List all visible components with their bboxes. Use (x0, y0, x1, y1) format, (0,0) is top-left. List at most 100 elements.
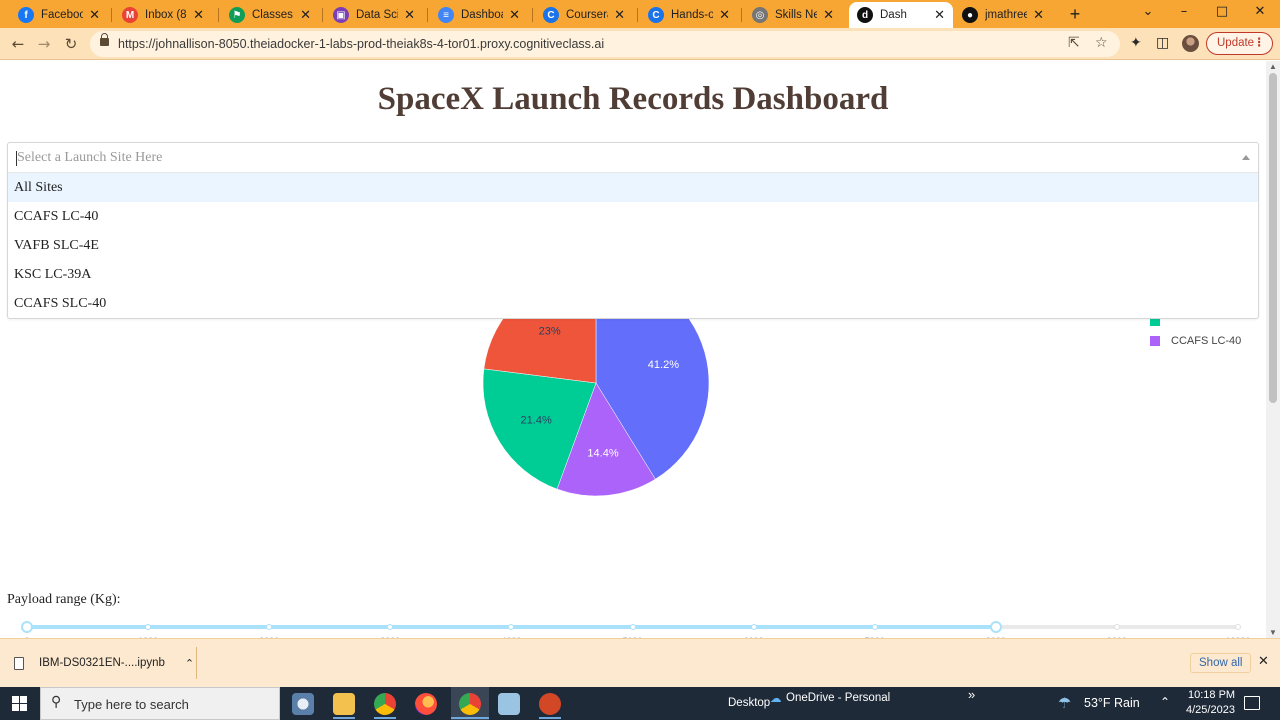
address-bar[interactable]: https://johnallison-8050.theiadocker-1-l… (90, 31, 1120, 57)
globe-icon: ◎ (752, 7, 768, 23)
browser-tab[interactable]: ≡ Dashboard ✕ (430, 2, 528, 28)
tab-close-icon[interactable]: ✕ (719, 8, 730, 23)
tab-strip: f Facebook ✕ M Inbox (8,67 ✕ ⚑ Classes ✕ ▣ Data Sc… (0, 0, 1280, 28)
slider-handle[interactable] (989, 621, 1002, 633)
profile-avatar[interactable] (1182, 35, 1199, 52)
browser-tab[interactable]: ⚑ Classes ✕ (221, 2, 319, 28)
dropdown-option[interactable]: CCAFS SLC-40 (8, 289, 1258, 318)
clock-date[interactable]: 4/25/2023 (1186, 704, 1235, 716)
tab-close-icon[interactable]: ✕ (823, 8, 834, 23)
tray-chevron-up-icon[interactable]: ⌃ (1160, 695, 1170, 709)
update-button-label: Update (1217, 37, 1255, 49)
clock-time[interactable]: 10:18 PM (1188, 689, 1235, 701)
slider-tick-dot[interactable] (387, 624, 394, 630)
tab-close-icon[interactable]: ✕ (300, 8, 311, 23)
browser-tab-title: Hands-on L (671, 9, 714, 21)
rain-cloud-icon: ☂ (1058, 695, 1072, 712)
browser-tab[interactable]: f Facebook ✕ (10, 2, 108, 28)
notification-icon[interactable] (1244, 696, 1260, 710)
windows-start-icon[interactable] (12, 696, 27, 711)
share-icon[interactable]: ⇱ (1068, 35, 1080, 51)
legend-swatch (1150, 336, 1160, 346)
scroll-thumb[interactable] (1269, 73, 1277, 403)
slider-tick-dot[interactable] (1235, 624, 1241, 630)
chrome-active-icon[interactable] (459, 693, 481, 715)
scroll-up-arrow-icon[interactable]: ▲ (1269, 62, 1277, 71)
browser-tab-title: Dash (880, 9, 907, 21)
tab-separator (218, 8, 219, 22)
desktop-toolbar-label[interactable]: Desktop (728, 697, 770, 709)
browser-tab[interactable]: C Hands-on L ✕ (640, 2, 738, 28)
task-underline (451, 717, 489, 719)
slider-tick-dot[interactable] (629, 624, 636, 630)
close-window-icon[interactable]: ✕ (1250, 4, 1270, 19)
tab-close-icon[interactable]: ✕ (509, 8, 520, 23)
tab-close-icon[interactable]: ✕ (404, 8, 415, 23)
download-item[interactable]: IBM-DS0321EN-....ipynb ⌃ (14, 651, 194, 675)
dropdown-option[interactable]: CCAFS LC-40 (8, 202, 1258, 231)
notepad-icon[interactable] (498, 693, 520, 715)
bookmark-star-icon[interactable]: ☆ (1095, 35, 1108, 51)
taskbar-search-box[interactable]: ⚲ Type here to search (40, 687, 280, 720)
slider-tick-dot[interactable] (266, 624, 273, 630)
browser-tab[interactable]: ◎ Skills Netw ✕ (744, 2, 842, 28)
dropdown-option[interactable]: VAFB SLC-4E (8, 231, 1258, 260)
browser-tab[interactable]: M Inbox (8,67 ✕ (114, 2, 212, 28)
scroll-down-arrow-icon[interactable]: ▼ (1269, 628, 1277, 637)
dropdown-control[interactable]: Select a Launch Site Here (8, 143, 1258, 173)
tab-separator (427, 8, 428, 22)
dropdown-menu: All Sites CCAFS LC-40 VAFB SLC-4E KSC LC-39… (8, 173, 1258, 318)
chevron-up-icon[interactable]: ⌃ (185, 657, 194, 670)
browser-tab[interactable]: ● jmathree/D ✕ (954, 2, 1052, 28)
browser-tab[interactable]: ▣ Data Scienc ✕ (325, 2, 423, 28)
slider-tick-dot[interactable] (1113, 624, 1120, 630)
close-icon[interactable]: ✕ (1258, 654, 1269, 669)
launch-site-dropdown[interactable]: Select a Launch Site Here All Sites CCAFS… (7, 142, 1259, 319)
reload-icon[interactable]: ↻ (61, 34, 81, 54)
powerpoint-icon[interactable] (539, 693, 561, 715)
weather-text[interactable]: 53°F Rain (1084, 696, 1140, 710)
firefox-icon[interactable] (415, 693, 437, 715)
onedrive-label[interactable]: OneDrive - Personal (786, 692, 890, 704)
new-tab-plus-icon[interactable]: + (1066, 4, 1084, 24)
taskbar-search-placeholder: Type here to search (74, 697, 189, 712)
payload-range-slider[interactable]: 0100020003000400050006000700080009000100… (0, 616, 1266, 638)
browser-tab[interactable]: d Dash ✕ (849, 2, 953, 28)
task-underline (539, 717, 561, 719)
extensions-puzzle-icon[interactable]: ✦ (1130, 35, 1142, 51)
slider-tick-dot[interactable] (145, 624, 152, 630)
kebab-menu-icon: ⋮ (1253, 37, 1266, 49)
minimize-icon[interactable]: – (1174, 4, 1194, 19)
tab-close-icon[interactable]: ✕ (1033, 8, 1044, 23)
tab-close-icon[interactable]: ✕ (193, 8, 204, 23)
legend-item[interactable]: CCAFS LC-40 (1150, 331, 1241, 351)
file-explorer-icon[interactable] (333, 693, 355, 715)
slider-tick-dot[interactable] (871, 624, 878, 630)
chevron-double-right-icon[interactable]: » (968, 687, 975, 702)
browser-tab-title: Classes (252, 9, 293, 21)
chevron-down-icon[interactable]: ⌄ (1138, 4, 1158, 19)
side-panel-icon[interactable]: ◫ (1156, 35, 1169, 51)
maximize-icon[interactable]: □ (1212, 4, 1232, 19)
show-all-button[interactable]: Show all (1190, 653, 1252, 673)
tab-separator (637, 8, 638, 22)
update-button[interactable]: Update ⋮ (1206, 32, 1273, 55)
slider-tick-dot[interactable] (750, 624, 757, 630)
tab-close-icon[interactable]: ✕ (614, 8, 625, 23)
dropdown-option[interactable]: KSC LC-39A (8, 260, 1258, 289)
tab-separator (532, 8, 533, 22)
tab-close-icon[interactable]: ✕ (89, 8, 100, 23)
page-scrollbar[interactable]: ▲ ▼ (1266, 61, 1280, 638)
url-text[interactable]: https://johnallison-8050.theiadocker-1-l… (118, 37, 604, 51)
coursera-icon: C (648, 7, 664, 23)
weather-widget-icon[interactable] (292, 693, 314, 715)
back-arrow-icon[interactable]: ← (8, 34, 28, 54)
slider-handle[interactable] (21, 621, 33, 633)
forward-arrow-icon[interactable]: → (34, 34, 54, 54)
slider-tick-dot[interactable] (508, 624, 515, 630)
tab-close-icon[interactable]: ✕ (934, 8, 945, 23)
browser-tab[interactable]: C Coursera | C ✕ (535, 2, 633, 28)
dropdown-option[interactable]: All Sites (8, 173, 1258, 202)
caret-up-icon[interactable] (1242, 155, 1250, 160)
chrome-icon[interactable] (374, 693, 396, 715)
